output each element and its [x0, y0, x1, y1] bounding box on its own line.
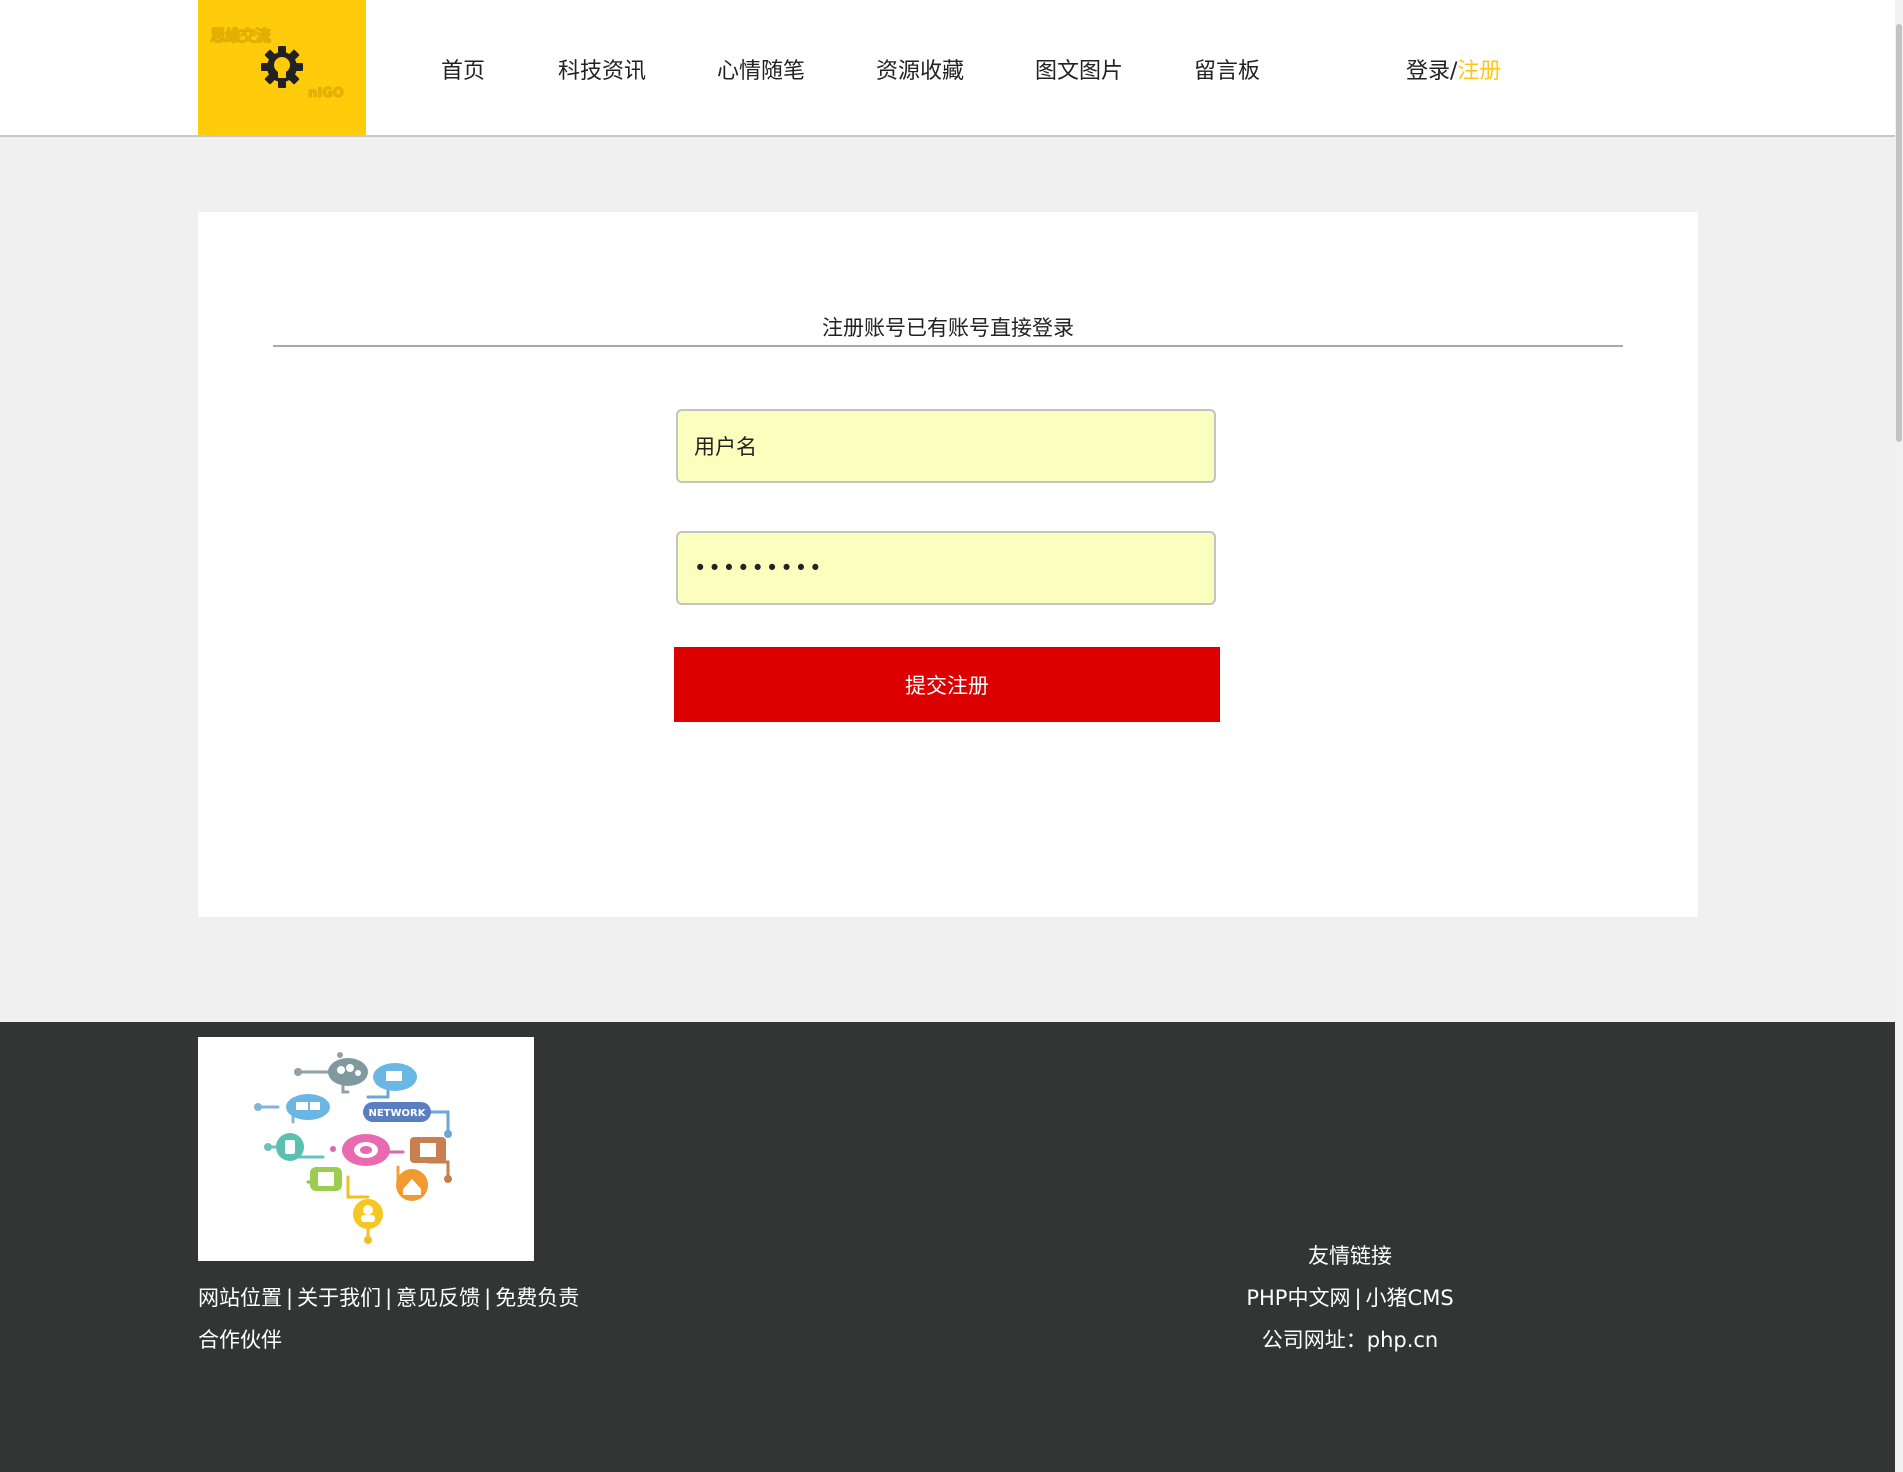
- link-separator: |: [286, 1286, 294, 1310]
- password-input[interactable]: [676, 531, 1216, 605]
- footer-partner-row: 合作伙伴: [198, 1324, 282, 1354]
- logo-title: 思维交流: [210, 26, 271, 45]
- register-link[interactable]: 注册: [1457, 59, 1501, 84]
- title-divider: [273, 345, 1623, 347]
- site-logo[interactable]: 思维交流 nIGO: [198, 0, 366, 135]
- company-address: 公司网址：php.cn: [1150, 1324, 1550, 1354]
- username-input[interactable]: [676, 409, 1216, 483]
- link-separator: |: [1354, 1286, 1362, 1310]
- network-illustration: NETWORK: [198, 1037, 534, 1261]
- network-diagram-icon: NETWORK: [254, 1052, 452, 1244]
- login-link[interactable]: 登录/: [1406, 59, 1457, 84]
- nav-item-gallery[interactable]: 图文图片: [1035, 53, 1123, 85]
- footer-links: 网站位置 | 关于我们 | 意见反馈 | 免费负责: [198, 1282, 579, 1312]
- site-footer: NETWORK 网站位置 | 关于我们 | 意见反馈 | 免费负责 合作伙伴 友…: [0, 1022, 1895, 1472]
- friend-link-xiaozhu-cms[interactable]: 小猪CMS: [1366, 1286, 1454, 1310]
- logo-subtitle: nIGO: [308, 86, 344, 101]
- gear-bulb-icon: [261, 46, 303, 88]
- scrollbar-thumb[interactable]: [1896, 24, 1902, 442]
- company-url-link[interactable]: php.cn: [1367, 1328, 1439, 1352]
- register-card: 注册账号已有账号直接登录 提交注册: [198, 212, 1698, 917]
- company-label: 公司网址：: [1261, 1328, 1367, 1352]
- auth-links: 登录/注册: [1406, 53, 1501, 85]
- friend-links-title: 友情链接: [1308, 1244, 1392, 1268]
- nav-item-resources[interactable]: 资源收藏: [876, 53, 964, 85]
- link-separator: |: [385, 1286, 393, 1310]
- footer-link-feedback[interactable]: 意见反馈: [396, 1286, 480, 1310]
- link-separator: |: [484, 1286, 492, 1310]
- footer-link-site-location[interactable]: 网站位置: [198, 1286, 282, 1310]
- footer-link-about-us[interactable]: 关于我们: [297, 1286, 381, 1310]
- friend-links: PHP中文网 | 小猪CMS: [1150, 1282, 1550, 1312]
- submit-register-button[interactable]: 提交注册: [674, 647, 1220, 722]
- nav-item-tech-news[interactable]: 科技资讯: [558, 53, 646, 85]
- footer-link-disclaimer[interactable]: 免费负责: [495, 1286, 579, 1310]
- nav-item-guestbook[interactable]: 留言板: [1194, 53, 1260, 85]
- register-title: 注册账号已有账号直接登录: [822, 316, 1074, 340]
- network-label: NETWORK: [368, 1108, 426, 1119]
- page-scrollbar[interactable]: [1895, 0, 1903, 1472]
- friend-link-php-cn[interactable]: PHP中文网: [1246, 1286, 1350, 1310]
- nav-item-mood-essays[interactable]: 心情随笔: [717, 53, 805, 85]
- site-header: 思维交流 nIGO 首页 科技资讯 心情随笔 资源收藏 图文图片 留言板 登录/…: [0, 0, 1895, 137]
- footer-link-partners[interactable]: 合作伙伴: [198, 1328, 282, 1352]
- nav-item-home[interactable]: 首页: [441, 53, 485, 85]
